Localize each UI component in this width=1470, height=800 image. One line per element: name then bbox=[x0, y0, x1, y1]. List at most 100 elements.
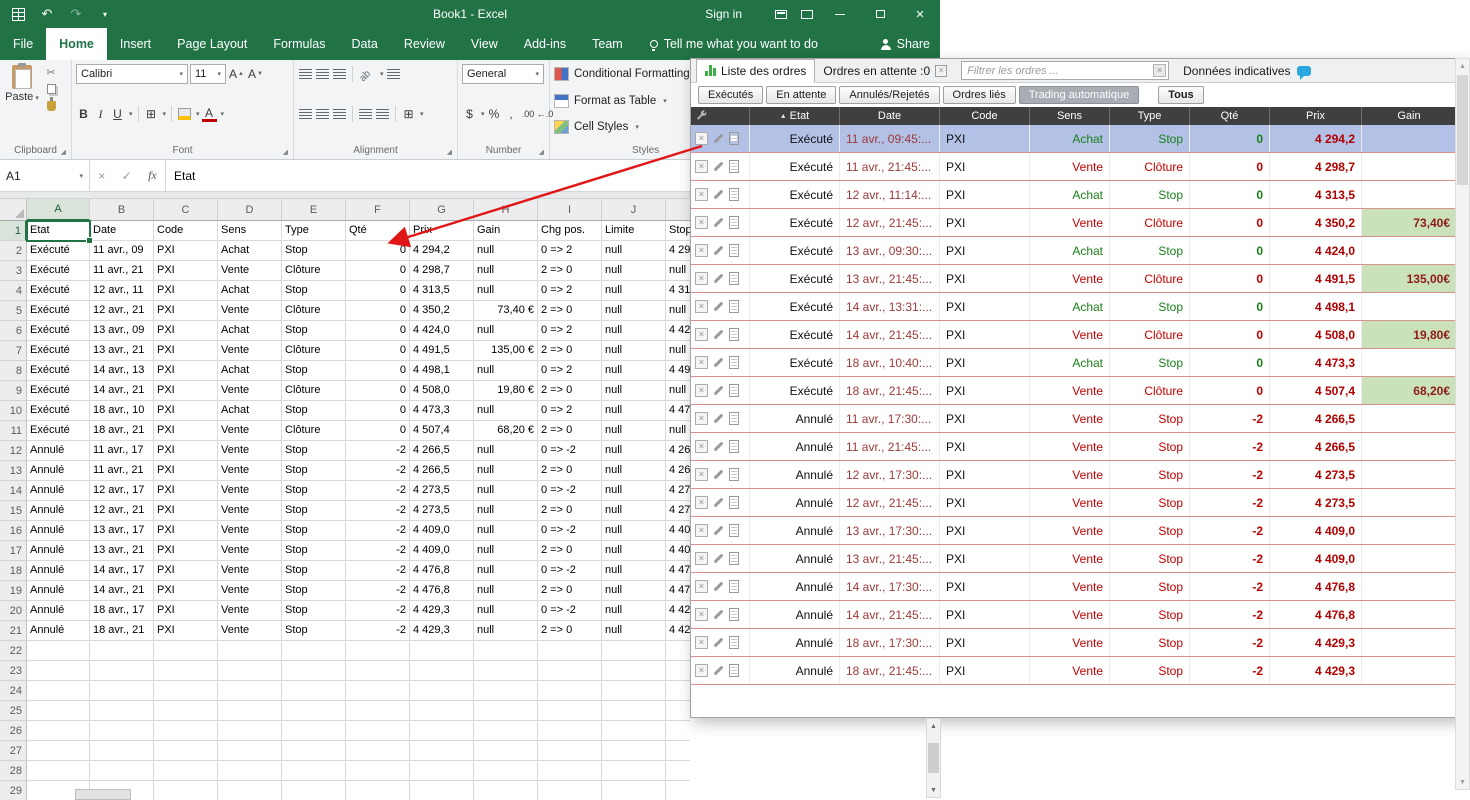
cell-E16[interactable]: Stop bbox=[282, 521, 346, 541]
cell-F29[interactable] bbox=[346, 781, 410, 800]
row-header-4[interactable]: 4 bbox=[0, 281, 27, 301]
cell-G28[interactable] bbox=[410, 761, 474, 781]
cell-D21[interactable]: Vente bbox=[218, 621, 282, 641]
row-header-1[interactable]: 1 bbox=[0, 221, 27, 241]
cell-I1[interactable]: Chg pos. bbox=[538, 221, 602, 241]
cell-D13[interactable]: Vente bbox=[218, 461, 282, 481]
order-col-header-gain[interactable]: Gain bbox=[1361, 107, 1456, 125]
cell-F20[interactable]: -2 bbox=[346, 601, 410, 621]
cell-E2[interactable]: Stop bbox=[282, 241, 346, 261]
sheet-tabs-stub[interactable] bbox=[75, 789, 131, 800]
italic-button[interactable]: I bbox=[93, 105, 108, 123]
cell-B7[interactable]: 13 avr., 21 bbox=[90, 341, 154, 361]
cell-G10[interactable]: 4 473,3 bbox=[410, 401, 474, 421]
cell-D1[interactable]: Sens bbox=[218, 221, 282, 241]
cell-I26[interactable] bbox=[538, 721, 602, 741]
cell-J29[interactable] bbox=[602, 781, 666, 800]
edit-order-icon[interactable] bbox=[713, 357, 724, 368]
ribbon-tab-view[interactable]: View bbox=[458, 28, 511, 60]
cell-G1[interactable]: Prix bbox=[410, 221, 474, 241]
cell-A4[interactable]: Exécuté bbox=[27, 281, 90, 301]
cell-G29[interactable] bbox=[410, 781, 474, 800]
cell-G7[interactable]: 4 491,5 bbox=[410, 341, 474, 361]
cell-E18[interactable]: Stop bbox=[282, 561, 346, 581]
cell-A17[interactable]: Annulé bbox=[27, 541, 90, 561]
cancel-order-icon[interactable]: × bbox=[695, 384, 708, 397]
cell-A6[interactable]: Exécuté bbox=[27, 321, 90, 341]
cell-I5[interactable]: 2 => 0 bbox=[538, 301, 602, 321]
cell-B15[interactable]: 12 avr., 21 bbox=[90, 501, 154, 521]
order-details-icon[interactable] bbox=[729, 244, 739, 257]
cell-B1[interactable]: Date bbox=[90, 221, 154, 241]
cell-B28[interactable] bbox=[90, 761, 154, 781]
cell-C8[interactable]: PXI bbox=[154, 361, 218, 381]
share-button[interactable]: Share bbox=[880, 28, 930, 60]
scroll-up-icon[interactable]: ▲ bbox=[1459, 59, 1466, 73]
cell-B6[interactable]: 13 avr., 09 bbox=[90, 321, 154, 341]
row-header-5[interactable]: 5 bbox=[0, 301, 27, 321]
cell-J7[interactable]: null bbox=[602, 341, 666, 361]
ribbon-tab-review[interactable]: Review bbox=[391, 28, 458, 60]
order-details-icon[interactable] bbox=[729, 300, 739, 313]
cell-A13[interactable]: Annulé bbox=[27, 461, 90, 481]
minimize-button[interactable] bbox=[820, 0, 860, 28]
cell-G13[interactable]: 4 266,5 bbox=[410, 461, 474, 481]
cell-D2[interactable]: Achat bbox=[218, 241, 282, 261]
cell-E21[interactable]: Stop bbox=[282, 621, 346, 641]
cell-A16[interactable]: Annulé bbox=[27, 521, 90, 541]
cell-I24[interactable] bbox=[538, 681, 602, 701]
cell-G25[interactable] bbox=[410, 701, 474, 721]
cell-C3[interactable]: PXI bbox=[154, 261, 218, 281]
cell-J18[interactable]: null bbox=[602, 561, 666, 581]
order-details-icon[interactable] bbox=[729, 328, 739, 341]
increase-font-size-icon[interactable]: A ▲ bbox=[228, 65, 245, 83]
cell-C14[interactable]: PXI bbox=[154, 481, 218, 501]
row-header-27[interactable]: 27 bbox=[0, 741, 27, 761]
wrench-icon[interactable] bbox=[695, 109, 708, 123]
order-details-icon[interactable] bbox=[729, 636, 739, 649]
row-header-26[interactable]: 26 bbox=[0, 721, 27, 741]
cell-F10[interactable]: 0 bbox=[346, 401, 410, 421]
cancel-order-icon[interactable]: × bbox=[695, 440, 708, 453]
cell-I12[interactable]: 0 => -2 bbox=[538, 441, 602, 461]
close-box-icon[interactable]: × bbox=[935, 64, 948, 77]
cell-D6[interactable]: Achat bbox=[218, 321, 282, 341]
paste-button[interactable]: Paste ▾ bbox=[4, 63, 40, 143]
cell-C25[interactable] bbox=[154, 701, 218, 721]
edit-order-icon[interactable] bbox=[713, 637, 724, 648]
excel-vertical-scrollbar[interactable]: ▲ ▼ bbox=[926, 718, 941, 798]
cell-B12[interactable]: 11 avr., 17 bbox=[90, 441, 154, 461]
font-dialog-launcher-icon[interactable]: ◢ bbox=[283, 149, 288, 156]
cell-B21[interactable]: 18 avr., 21 bbox=[90, 621, 154, 641]
middle-align-icon[interactable] bbox=[315, 65, 330, 83]
cell-F22[interactable] bbox=[346, 641, 410, 661]
clipboard-dialog-launcher-icon[interactable]: ◢ bbox=[61, 149, 66, 156]
row-header-11[interactable]: 11 bbox=[0, 421, 27, 441]
cancel-order-icon[interactable]: × bbox=[695, 188, 708, 201]
cell-D10[interactable]: Achat bbox=[218, 401, 282, 421]
tab-ordres-en-attente[interactable]: Ordres en attente :0 × bbox=[815, 59, 955, 83]
cell-C28[interactable] bbox=[154, 761, 218, 781]
cell-G26[interactable] bbox=[410, 721, 474, 741]
cell-E27[interactable] bbox=[282, 741, 346, 761]
cell-G17[interactable]: 4 409,0 bbox=[410, 541, 474, 561]
cell-G20[interactable]: 4 429,3 bbox=[410, 601, 474, 621]
cell-J24[interactable] bbox=[602, 681, 666, 701]
cell-B2[interactable]: 11 avr., 09 bbox=[90, 241, 154, 261]
cell-G8[interactable]: 4 498,1 bbox=[410, 361, 474, 381]
order-row[interactable]: × Exécuté 11 avr., 21:45:... PXI Vente Clôtur… bbox=[691, 153, 1469, 181]
cell-B26[interactable] bbox=[90, 721, 154, 741]
edit-order-icon[interactable] bbox=[713, 217, 724, 228]
cell-C1[interactable]: Code bbox=[154, 221, 218, 241]
cell-J2[interactable]: null bbox=[602, 241, 666, 261]
cell-H8[interactable]: null bbox=[474, 361, 538, 381]
order-row[interactable]: × Exécuté 13 avr., 21:45:... PXI Vente Clôtur… bbox=[691, 265, 1469, 293]
order-details-icon[interactable] bbox=[729, 440, 739, 453]
cell-D11[interactable]: Vente bbox=[218, 421, 282, 441]
cell-I4[interactable]: 0 => 2 bbox=[538, 281, 602, 301]
edit-order-icon[interactable] bbox=[713, 413, 724, 424]
cell-A15[interactable]: Annulé bbox=[27, 501, 90, 521]
order-row[interactable]: × Exécuté 14 avr., 13:31:... PXI Achat Stop 0 4… bbox=[691, 293, 1469, 321]
order-row[interactable]: × Exécuté 13 avr., 09:30:... PXI Achat Stop 0 4… bbox=[691, 237, 1469, 265]
cell-D29[interactable] bbox=[218, 781, 282, 800]
